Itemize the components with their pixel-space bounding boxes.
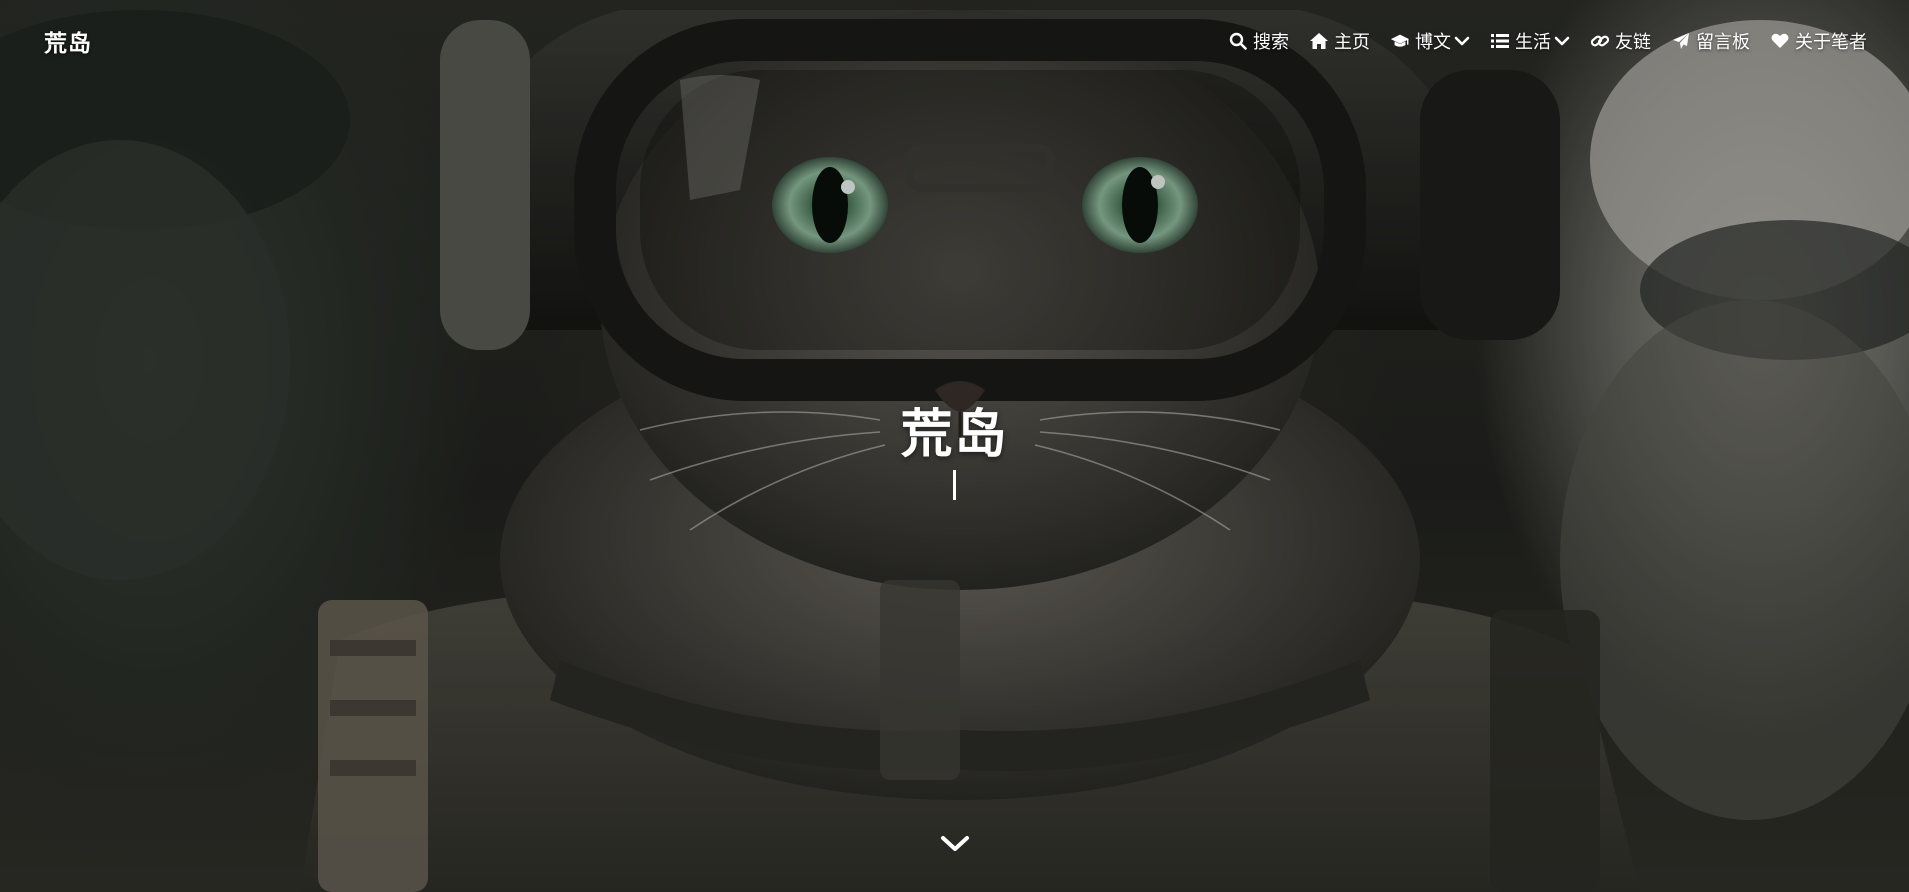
nav-item-guestbook[interactable]: 留言板 [1671, 28, 1750, 54]
nav-item-search[interactable]: 搜索 [1228, 28, 1289, 54]
nav-item-label: 搜索 [1253, 32, 1289, 53]
nav-item-friends[interactable]: 友链 [1590, 28, 1651, 54]
chevron-down-icon [1454, 33, 1470, 49]
nav-item-about[interactable]: 关于笔者 [1770, 28, 1867, 54]
search-icon [1228, 31, 1248, 51]
site-brand[interactable]: 荒岛 [44, 24, 92, 58]
nav-menu: 搜索 主页 博文 生活 友链 留言板 关于笔者 [1228, 28, 1867, 54]
home-icon [1309, 31, 1329, 51]
nav-item-label: 关于笔者 [1795, 32, 1867, 53]
chevron-down-icon [1554, 33, 1570, 49]
list-icon [1490, 31, 1510, 51]
hero-banner: 荒岛 搜索 主页 博文 生活 友链 留言板 关于笔者 荒岛 [0, 0, 1909, 892]
nav-item-label: 博文 [1415, 32, 1451, 53]
nav-item-label: 留言板 [1696, 32, 1750, 53]
nav-item-label: 生活 [1515, 32, 1551, 53]
nav-item-life[interactable]: 生活 [1490, 28, 1570, 54]
nav-item-label: 友链 [1615, 32, 1651, 53]
paper-plane-icon [1671, 31, 1691, 51]
hero-title: 荒岛 [900, 405, 1009, 465]
chevron-down-icon [941, 836, 969, 851]
graduation-cap-icon [1390, 31, 1410, 51]
heart-icon [1770, 31, 1790, 51]
scroll-down-button[interactable] [939, 828, 971, 860]
top-navbar: 荒岛 搜索 主页 博文 生活 友链 留言板 关于笔者 [0, 0, 1909, 80]
link-icon [1590, 31, 1610, 51]
nav-item-posts[interactable]: 博文 [1390, 28, 1470, 54]
nav-item-home[interactable]: 主页 [1309, 28, 1370, 54]
typing-cursor [953, 470, 956, 500]
nav-item-label: 主页 [1334, 32, 1370, 53]
